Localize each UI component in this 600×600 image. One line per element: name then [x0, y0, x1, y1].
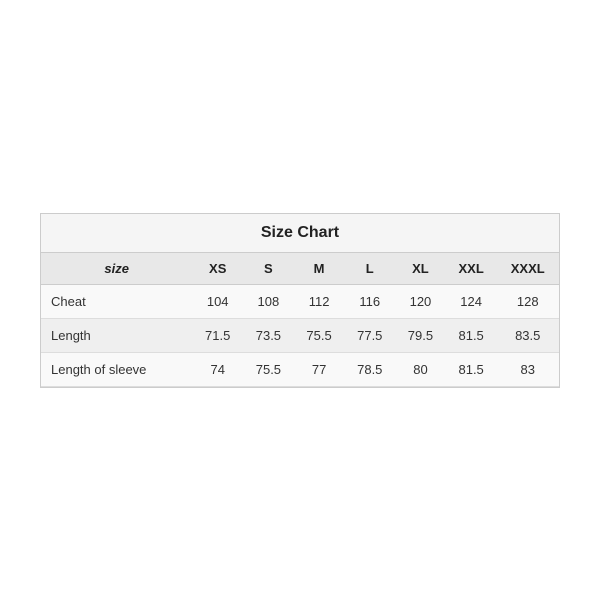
cell-2-5: 81.5 [446, 352, 497, 386]
header-M: M [294, 253, 345, 285]
header-XS: XS [192, 253, 243, 285]
header-XL: XL [395, 253, 446, 285]
cell-1-1: 73.5 [243, 318, 294, 352]
cell-1-2: 75.5 [294, 318, 345, 352]
size-chart-container: Size Chart sizeXSSMLXLXXLXXXL Cheat10410… [40, 213, 560, 388]
table-header-row: sizeXSSMLXLXXLXXXL [41, 253, 559, 285]
row-label-0: Cheat [41, 284, 192, 318]
row-label-1: Length [41, 318, 192, 352]
cell-2-4: 80 [395, 352, 446, 386]
cell-1-0: 71.5 [192, 318, 243, 352]
header-XXXL: XXXL [496, 253, 559, 285]
header-XXL: XXL [446, 253, 497, 285]
cell-1-3: 77.5 [344, 318, 395, 352]
table-row: Cheat104108112116120124128 [41, 284, 559, 318]
header-S: S [243, 253, 294, 285]
cell-2-2: 77 [294, 352, 345, 386]
header-L: L [344, 253, 395, 285]
cell-0-4: 120 [395, 284, 446, 318]
cell-0-0: 104 [192, 284, 243, 318]
cell-1-6: 83.5 [496, 318, 559, 352]
cell-2-0: 74 [192, 352, 243, 386]
cell-0-5: 124 [446, 284, 497, 318]
size-table: sizeXSSMLXLXXLXXXL Cheat1041081121161201… [41, 253, 559, 387]
table-row: Length71.573.575.577.579.581.583.5 [41, 318, 559, 352]
size-column-header: size [41, 253, 192, 285]
chart-title: Size Chart [261, 224, 339, 241]
cell-1-4: 79.5 [395, 318, 446, 352]
cell-1-5: 81.5 [446, 318, 497, 352]
cell-0-1: 108 [243, 284, 294, 318]
cell-2-1: 75.5 [243, 352, 294, 386]
table-row: Length of sleeve7475.57778.58081.583 [41, 352, 559, 386]
chart-title-row: Size Chart [41, 214, 559, 253]
cell-0-3: 116 [344, 284, 395, 318]
cell-2-3: 78.5 [344, 352, 395, 386]
row-label-2: Length of sleeve [41, 352, 192, 386]
cell-0-6: 128 [496, 284, 559, 318]
table-body: Cheat104108112116120124128Length71.573.5… [41, 284, 559, 386]
cell-2-6: 83 [496, 352, 559, 386]
cell-0-2: 112 [294, 284, 345, 318]
